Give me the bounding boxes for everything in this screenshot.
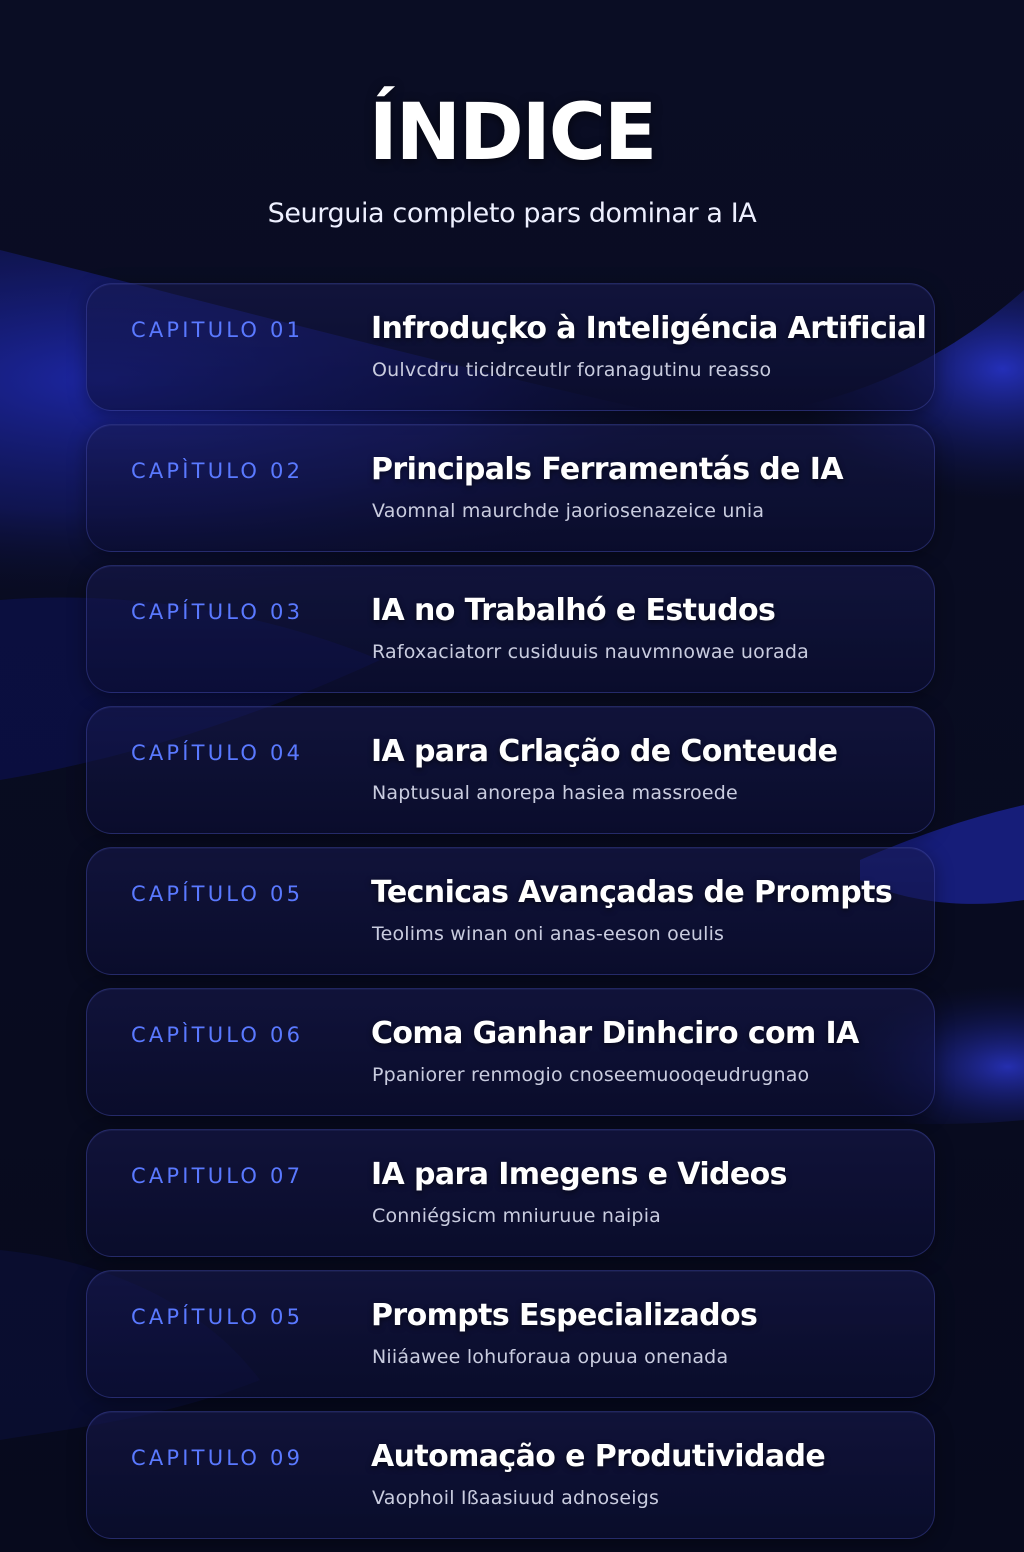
chapter-title: IA no Trabalhó e Estudos <box>371 593 776 628</box>
chapter-label: CAPITULO 09 <box>131 1446 304 1470</box>
chapter-description: Conniégsicm mniuruue naipia <box>372 1205 662 1227</box>
chapter-card-07[interactable]: CAPITULO 07 IA para Imegens e Videos Con… <box>86 1129 935 1257</box>
chapter-label: CAPÍTULO 03 <box>131 600 304 624</box>
chapter-description: Vaophoil Ißaasiuud adnoseigs <box>372 1487 660 1509</box>
chapter-card-08[interactable]: CAPÍTULO 05 Prompts Especializados Niiáa… <box>86 1270 935 1398</box>
chapter-card-01[interactable]: CAPITULO 01 Infroduçko à Inteligéncia Ar… <box>86 283 935 411</box>
chapter-label: CAPÌTULO 06 <box>131 1023 304 1047</box>
chapter-title: IA para Crlação de Conteude <box>371 734 838 769</box>
chapter-title: IA para Imegens e Videos <box>371 1157 788 1192</box>
chapter-description: Ppaniorer renmogio cnoseemuooqeudrugnao <box>372 1064 810 1086</box>
chapter-label: CAPÍTULO 05 <box>131 1305 304 1329</box>
chapter-card-06[interactable]: CAPÌTULO 06 Coma Ganhar Dinhciro com IA … <box>86 988 935 1116</box>
chapter-title: Infroduçko à Inteligéncia Artificial <box>371 311 927 346</box>
chapter-description: Vaomnal maurchde jaoriosenazeice unia <box>372 500 765 522</box>
chapter-description: Niiáawee lohuforaua opuua onenada <box>372 1346 729 1368</box>
chapter-description: Naptusual anorepa hasiea massroede <box>372 782 738 804</box>
chapter-card-02[interactable]: CAPÌTULO 02 Principals Ferramentás de IA… <box>86 424 935 552</box>
chapter-description: Rafoxaciatorr cusiduuis nauvmnowae uorad… <box>372 641 809 663</box>
chapter-card-05[interactable]: CAPÍTULO 05 Tecnicas Avançadas de Prompt… <box>86 847 935 975</box>
index-page: ÍNDICE Seurguia completo pars dominar a … <box>0 0 1024 1539</box>
chapter-card-03[interactable]: CAPÍTULO 03 IA no Trabalhó e Estudos Raf… <box>86 565 935 693</box>
page-subtitle: Seurguia completo pars dominar a IA <box>267 198 757 229</box>
chapter-title: Automação e Produtividade <box>371 1439 826 1474</box>
chapter-label: CAPÌTULO 02 <box>131 459 304 483</box>
chapter-title: Prompts Especializados <box>371 1298 758 1333</box>
chapter-title: Tecnicas Avançadas de Prompts <box>371 875 893 910</box>
chapter-label: CAPÍTULO 04 <box>131 741 304 765</box>
chapter-list: CAPITULO 01 Infroduçko à Inteligéncia Ar… <box>86 283 937 1552</box>
chapter-label: CAPÍTULO 05 <box>131 882 304 906</box>
chapter-label: CAPITULO 01 <box>131 318 304 342</box>
page-title: ÍNDICE <box>368 88 658 178</box>
chapter-card-09[interactable]: CAPITULO 09 Automação e Produtividade Va… <box>86 1411 935 1539</box>
chapter-description: Oulvcdru ticidrceutlr foranagutinu reass… <box>372 359 772 381</box>
chapter-title: Principals Ferramentás de IA <box>371 452 844 487</box>
chapter-label: CAPITULO 07 <box>131 1164 304 1188</box>
chapter-title: Coma Ganhar Dinhciro com IA <box>371 1016 859 1051</box>
chapter-card-04[interactable]: CAPÍTULO 04 IA para Crlação de Conteude … <box>86 706 935 834</box>
chapter-description: Teolims winan oni anas-eeson oeulis <box>372 923 725 945</box>
